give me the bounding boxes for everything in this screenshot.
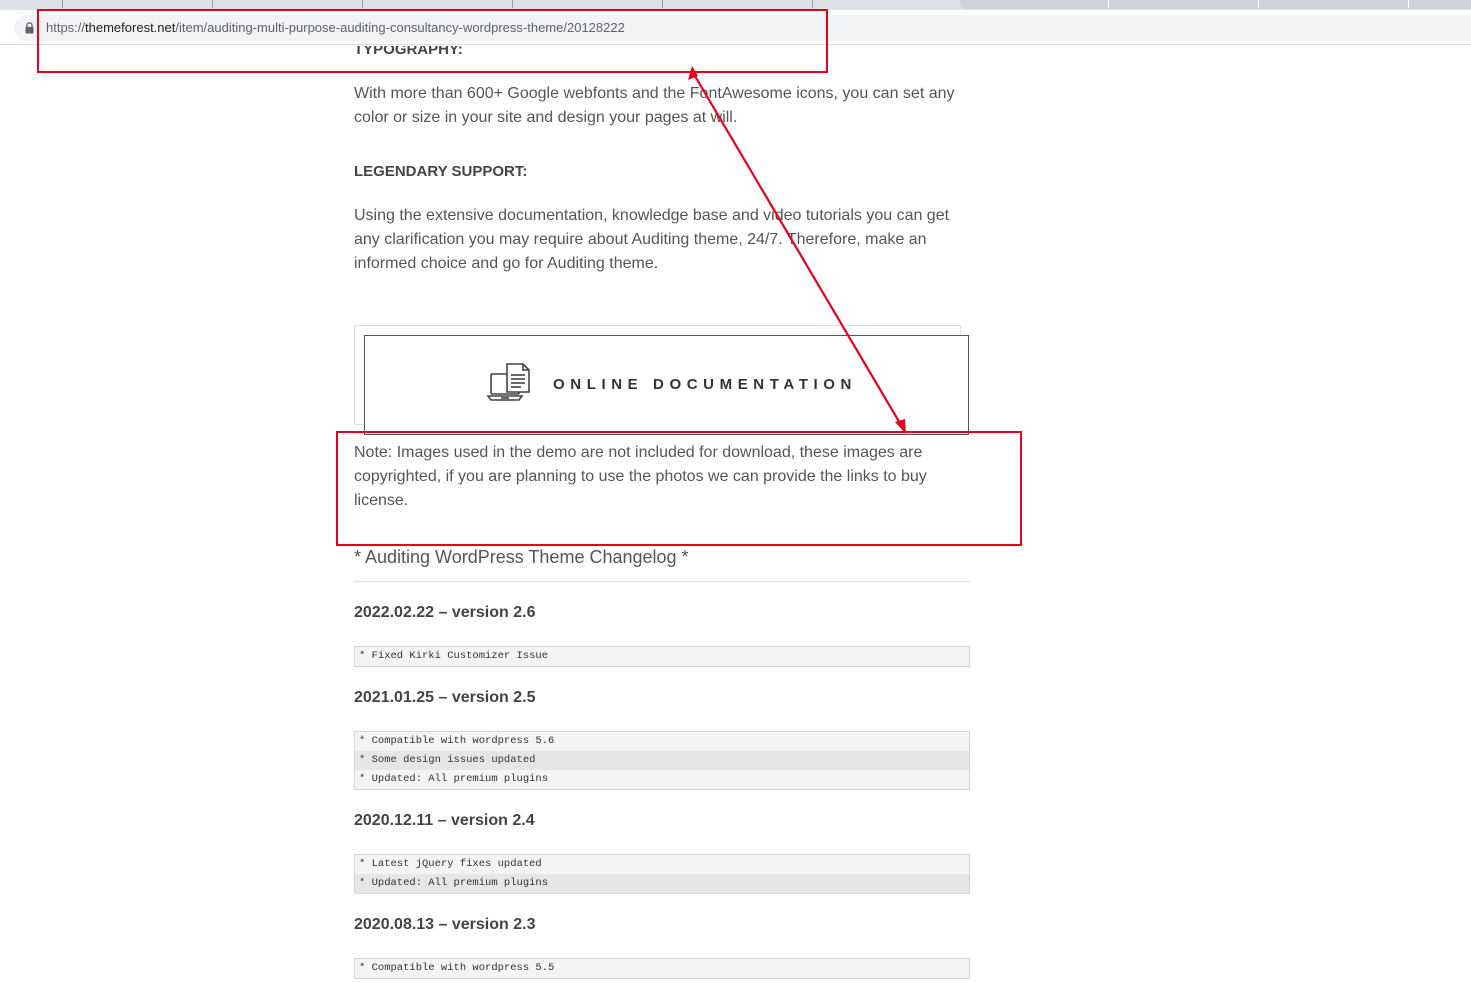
changelog-code-block: * Latest jQuery fixes updated * Updated:… [354,854,970,894]
changelog-line: * Latest jQuery fixes updated [359,858,542,870]
tab-separator [662,0,663,8]
annotation-box-url [37,9,828,73]
tab-separator [62,0,63,8]
changelog-line: * Updated: All premium plugins [355,874,969,893]
page: https://themeforest.net/item/auditing-mu… [0,0,1471,983]
changelog-code-block: * Compatible with wordpress 5.6 * Some d… [354,731,970,790]
online-documentation-label: ONLINE DOCUMENTATION [553,376,857,393]
annotation-box-note [336,431,1022,546]
changelog-code-block: * Compatible with wordpress 5.5 [354,958,970,979]
tab-separator [212,0,213,8]
changelog-line: * Compatible with wordpress 5.5 [359,962,555,974]
changelog-divider [354,581,970,582]
lock-icon[interactable] [25,22,34,34]
changelog-version-heading: 2021.01.25 – version 2.5 [354,689,536,706]
browser-tab[interactable] [960,0,1471,9]
changelog-line: * Compatible with wordpress 5.6 [359,735,555,747]
tab-separator [812,0,813,8]
changelog-line: * Some design issues updated [355,751,969,770]
tab-separator [512,0,513,8]
tab-separator [1258,0,1259,8]
changelog-code-block: * Fixed Kirki Customizer Issue [354,646,970,667]
tab-separator [1408,0,1409,8]
changelog-version-heading: 2022.02.22 – version 2.6 [354,604,536,621]
support-heading: LEGENDARY SUPPORT: [354,163,528,180]
tab-separator [1108,0,1109,8]
tab-separator [362,0,363,8]
typography-text: With more than 600+ Google webfonts and … [354,85,955,126]
changelog-line: * Updated: All premium plugins [359,773,549,785]
support-text: Using the extensive documentation, knowl… [354,207,950,272]
changelog-version-heading: 2020.12.11 – version 2.4 [354,812,535,829]
laptop-document-icon [487,363,530,401]
changelog-title: * Auditing WordPress Theme Changelog * [354,547,689,567]
changelog-version-heading: 2020.08.13 – version 2.3 [354,916,536,933]
changelog-line: * Fixed Kirki Customizer Issue [359,650,549,662]
online-documentation-button[interactable]: ONLINE DOCUMENTATION [364,335,969,435]
